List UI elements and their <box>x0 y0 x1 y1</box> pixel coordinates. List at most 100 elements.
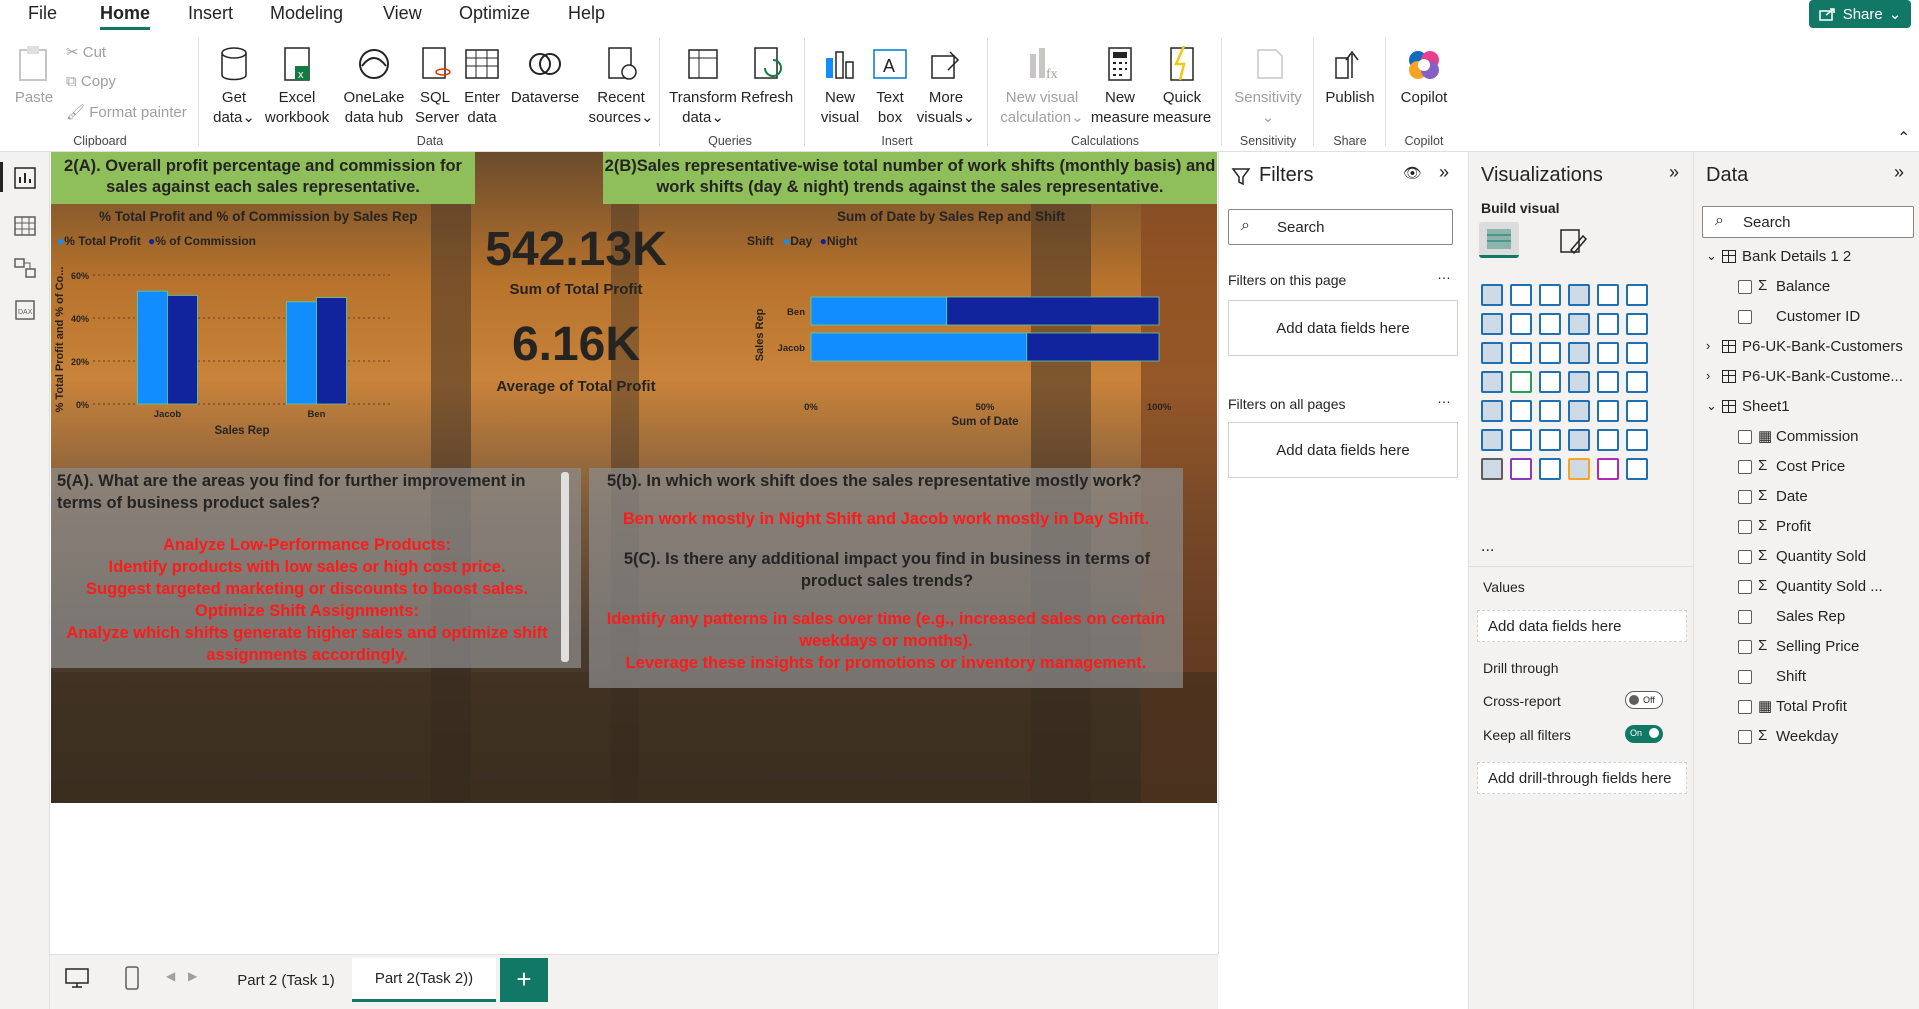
scatter-icon[interactable] <box>1568 342 1590 364</box>
waterfall-icon[interactable] <box>1510 342 1532 364</box>
field-node[interactable]: Σ Selling Price <box>1694 636 1919 660</box>
ribbon-icon[interactable] <box>1481 342 1503 364</box>
menu-help[interactable]: Help <box>568 3 605 24</box>
field-checkbox[interactable] <box>1738 670 1752 684</box>
data-search-input[interactable]: ⌕ Search <box>1702 206 1914 238</box>
build-visual-tab[interactable] <box>1479 222 1519 258</box>
collapse-data-icon[interactable]: » <box>1894 162 1904 183</box>
clustered-column-icon[interactable] <box>1568 284 1590 306</box>
next-page-icon[interactable]: ▶ <box>188 969 197 983</box>
quick-measure-button[interactable]: Quick measure <box>1152 44 1212 128</box>
format-painter-button[interactable]: 🖌 Format painter <box>66 103 187 121</box>
field-node[interactable]: Sales Rep <box>1694 606 1919 630</box>
table-view-icon[interactable] <box>13 214 37 238</box>
enter-data-button[interactable]: Enter data <box>462 44 502 128</box>
field-node[interactable]: Σ Quantity Sold <box>1694 546 1919 570</box>
field-node[interactable]: Σ Cost Price <box>1694 456 1919 480</box>
stacked-column-icon[interactable] <box>1510 284 1532 306</box>
add-page-button[interactable]: + <box>500 958 548 1002</box>
menu-insert[interactable]: Insert <box>188 3 233 24</box>
decomposition-tree-icon[interactable] <box>1539 429 1561 451</box>
field-checkbox[interactable] <box>1738 490 1752 504</box>
keep-filters-toggle[interactable]: On <box>1625 725 1663 743</box>
stacked-bar-icon[interactable] <box>1481 284 1503 306</box>
prev-page-icon[interactable]: ◀ <box>166 969 175 983</box>
menu-optimize[interactable]: Optimize <box>459 3 530 24</box>
new-visual-button[interactable]: New visual <box>816 44 864 128</box>
100-area-icon[interactable] <box>1568 313 1590 335</box>
stacked-area-icon[interactable] <box>1539 313 1561 335</box>
key-influencers-icon[interactable] <box>1510 429 1532 451</box>
area-icon[interactable] <box>1510 313 1532 335</box>
filled-map-icon[interactable] <box>1539 371 1561 393</box>
field-node[interactable]: Σ Weekday <box>1694 726 1919 750</box>
more-options-icon[interactable]: … <box>1437 266 1451 282</box>
power-apps-icon[interactable] <box>1510 458 1532 480</box>
menu-view[interactable]: View <box>383 3 422 24</box>
field-checkbox[interactable] <box>1738 730 1752 744</box>
transform-data-button[interactable]: Transform data⌄ <box>668 44 738 128</box>
field-checkbox[interactable] <box>1738 520 1752 534</box>
drill-through-drop[interactable]: Add drill-through fields here <box>1477 762 1687 794</box>
line-icon[interactable] <box>1481 313 1503 335</box>
share-button[interactable]: Share ⌄ <box>1809 0 1911 28</box>
power-automate-icon[interactable] <box>1539 458 1561 480</box>
field-node[interactable]: Customer ID <box>1694 306 1919 330</box>
table-node[interactable]: ⌄ Sheet1 <box>1694 396 1919 420</box>
format-visual-icon[interactable] <box>1557 226 1589 256</box>
chevron-right-icon[interactable]: › <box>1706 338 1710 353</box>
text-box-button[interactable]: A Text box <box>868 44 912 128</box>
treemap-icon[interactable] <box>1481 371 1503 393</box>
table-icon[interactable] <box>1568 400 1590 422</box>
clustered-bar-icon[interactable] <box>1539 284 1561 306</box>
values-drop[interactable]: Add data fields here <box>1477 610 1687 642</box>
new-measure-button[interactable]: New measure <box>1090 44 1150 128</box>
custom-b-icon[interactable] <box>1597 458 1619 480</box>
line-column-icon[interactable] <box>1597 313 1619 335</box>
metrics-icon[interactable] <box>1626 429 1648 451</box>
field-node[interactable]: Σ Quantity Sold ... <box>1694 576 1919 600</box>
mobile-layout-icon[interactable] <box>124 965 140 991</box>
excel-workbook-button[interactable]: x Excel workbook <box>263 44 331 128</box>
get-data-button[interactable]: Get data⌄ <box>209 44 259 128</box>
field-checkbox[interactable] <box>1738 610 1752 624</box>
more-options-icon[interactable]: … <box>1437 390 1451 406</box>
field-checkbox[interactable] <box>1738 430 1752 444</box>
sql-server-button[interactable]: SQL Server <box>415 44 459 128</box>
dax-query-view-icon[interactable]: DAX <box>13 298 37 322</box>
100-bar-icon[interactable] <box>1597 284 1619 306</box>
menu-modeling[interactable]: Modeling <box>270 3 343 24</box>
table-node[interactable]: › P6-UK-Bank-Customers <box>1694 336 1919 360</box>
field-checkbox[interactable] <box>1738 580 1752 594</box>
filters-page-drop[interactable]: Add data fields here <box>1228 300 1458 356</box>
funnel-icon[interactable] <box>1539 342 1561 364</box>
table-node[interactable]: › P6-UK-Bank-Custome... <box>1694 366 1919 390</box>
100-column-icon[interactable] <box>1626 284 1648 306</box>
field-node[interactable]: ▦ Total Profit <box>1694 696 1919 720</box>
field-node[interactable]: Shift <box>1694 666 1919 690</box>
field-checkbox[interactable] <box>1738 280 1752 294</box>
filters-all-pages-drop[interactable]: Add data fields here <box>1228 422 1458 478</box>
copy-button[interactable]: ⧉ Copy <box>66 73 116 90</box>
eye-icon[interactable]: 👁 <box>1403 164 1422 182</box>
field-checkbox[interactable] <box>1738 460 1752 474</box>
tab-page-1[interactable]: Part 2 (Task 1) <box>222 958 350 1002</box>
gauge-icon[interactable] <box>1597 371 1619 393</box>
slicer-icon[interactable] <box>1539 400 1561 422</box>
cut-button[interactable]: ✂ Cut <box>66 43 106 61</box>
field-node[interactable]: Σ Date <box>1694 486 1919 510</box>
refresh-button[interactable]: Refresh <box>740 44 794 108</box>
chart2-legend[interactable]: Shift ●Day ●Night <box>747 234 858 248</box>
kpi-icon[interactable] <box>1510 400 1532 422</box>
line-clustered-column-icon[interactable] <box>1626 313 1648 335</box>
collapse-viz-icon[interactable]: » <box>1669 162 1679 183</box>
donut-icon[interactable] <box>1626 342 1648 364</box>
custom-a-icon[interactable] <box>1568 458 1590 480</box>
more-visuals-ellipsis[interactable]: ... <box>1481 538 1494 556</box>
copilot-button[interactable]: Copilot <box>1394 44 1454 108</box>
recent-sources-button[interactable]: Recent sources⌄ <box>588 44 654 128</box>
menu-home[interactable]: Home <box>100 3 151 30</box>
chart1-legend[interactable]: ●% Total Profit ●% of Commission <box>57 234 256 248</box>
sensitivity-button[interactable]: Sensitivity ⌄ <box>1230 44 1306 128</box>
collapse-ribbon-icon[interactable]: ⌃ <box>1897 128 1910 148</box>
